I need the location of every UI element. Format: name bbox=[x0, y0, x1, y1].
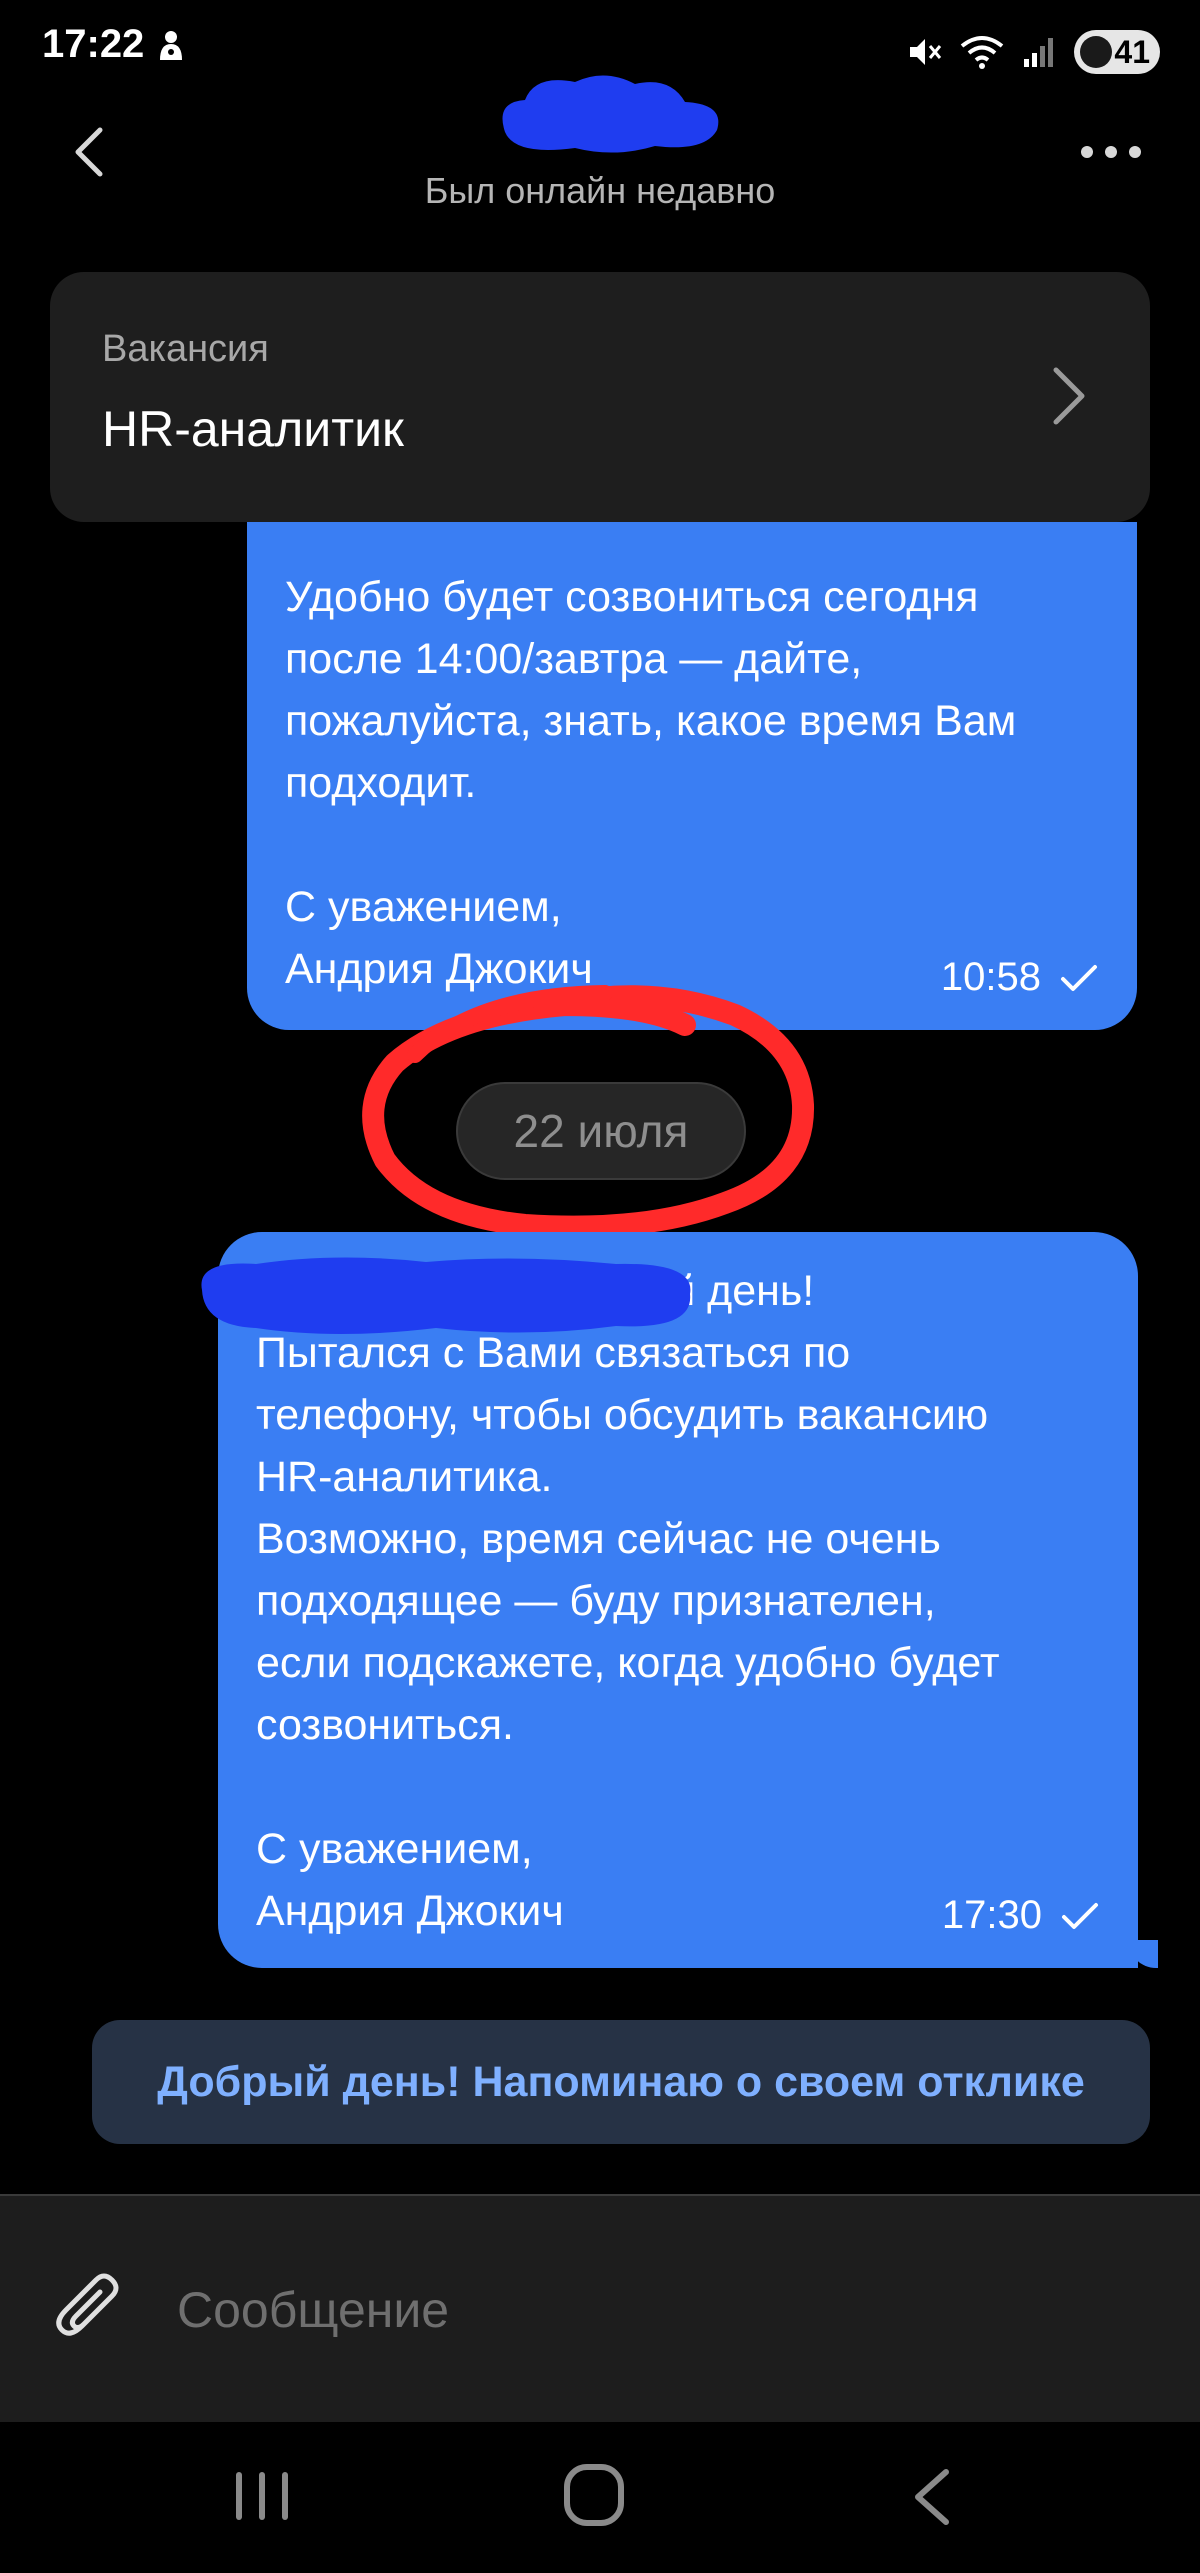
message-text: добрый день! Пытался с Вами связаться по… bbox=[256, 1267, 1000, 1935]
message-meta: 10:58 bbox=[941, 955, 1099, 1000]
message-time: 10:58 bbox=[940, 955, 1041, 999]
status-time-text: 17:22 bbox=[42, 22, 145, 66]
greeting-redaction bbox=[201, 1257, 691, 1334]
home-icon[interactable] bbox=[562, 2462, 626, 2528]
message-time: 17:30 bbox=[941, 1893, 1042, 1937]
battery-indicator: 41 bbox=[1074, 30, 1160, 74]
status-bar-icons: 41 bbox=[906, 30, 1160, 74]
vacancy-card[interactable]: Вакансия HR-аналитик bbox=[50, 272, 1150, 522]
message-bubble-outgoing[interactable]: добрый день! Пытался с Вами связаться по… bbox=[201, 1232, 1138, 1968]
message-input[interactable] bbox=[175, 2274, 1079, 2346]
mute-icon bbox=[910, 39, 942, 65]
message-bubble-outgoing[interactable]: Удобно будет созвониться сегодня после 1… bbox=[247, 522, 1137, 1030]
message-meta: 17:30 bbox=[942, 1893, 1100, 1938]
wifi-icon bbox=[961, 36, 1004, 69]
signal-icon bbox=[1024, 38, 1054, 67]
quick-reply-suggestion[interactable]: Добрый день! Напоминаю о своем отклике bbox=[92, 2020, 1150, 2144]
contact-presence-status: Был онлайн недавно bbox=[424, 170, 776, 211]
status-bar-time: 17:22 bbox=[42, 22, 186, 67]
message-composer bbox=[0, 2196, 1200, 2422]
red-circle-annotation bbox=[362, 985, 815, 1238]
vacancy-title: HR-аналитик bbox=[102, 401, 404, 457]
contact-name-redaction bbox=[502, 75, 719, 153]
check-icon bbox=[1061, 964, 1097, 991]
battery-level: 41 bbox=[1114, 33, 1150, 70]
message-text: Удобно будет созвониться сегодня после 1… bbox=[285, 573, 1017, 993]
battery-saver-icon bbox=[1080, 36, 1113, 68]
paperclip-icon[interactable] bbox=[52, 2268, 128, 2348]
vacancy-label: Вакансия bbox=[102, 328, 269, 370]
chevron-right-icon bbox=[1053, 367, 1085, 425]
notification-icon bbox=[160, 30, 183, 60]
check-icon bbox=[1062, 1902, 1098, 1929]
system-back-icon[interactable] bbox=[908, 2466, 954, 2528]
more-options-icon[interactable] bbox=[1078, 140, 1144, 164]
system-navigation-bar bbox=[0, 2422, 1200, 2573]
recent-apps-icon[interactable] bbox=[232, 2468, 292, 2524]
